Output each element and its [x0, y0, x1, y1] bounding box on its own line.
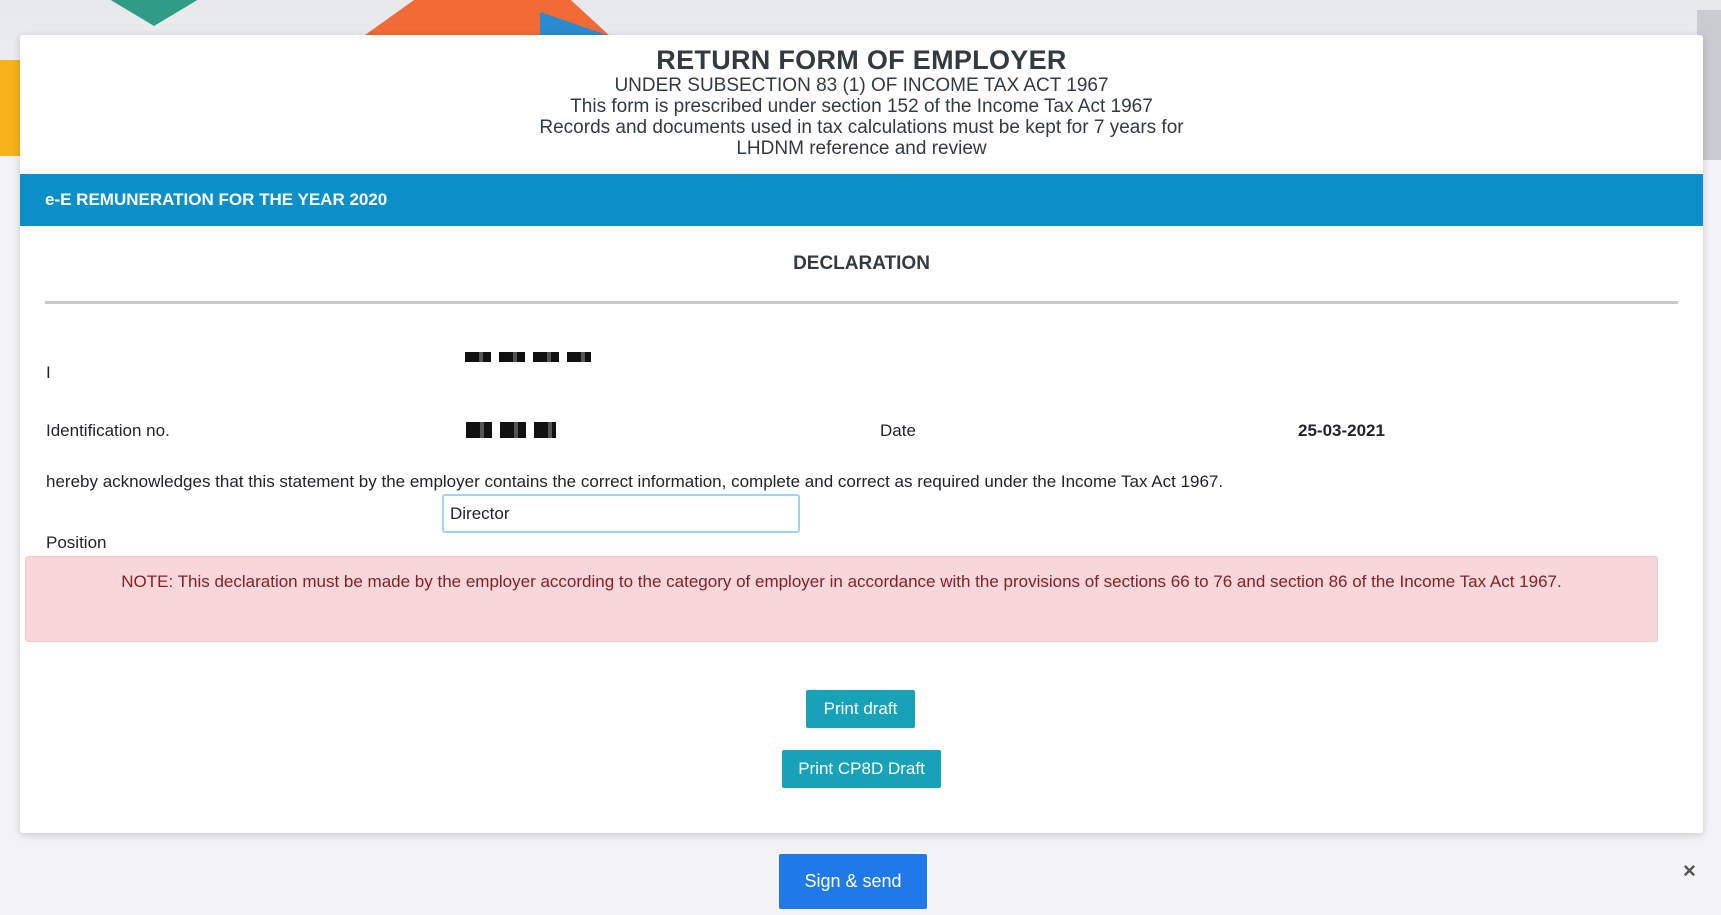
form-subtitle: UNDER SUBSECTION 83 (1) OF INCOME TAX AC…: [614, 75, 1109, 96]
identification-label: Identification no.: [46, 421, 170, 440]
section-band: e-E REMUNERATION FOR THE YEAR 2020: [20, 174, 1703, 226]
position-input[interactable]: [442, 494, 800, 533]
form-header: RETURN FORM OF EMPLOYER UNDER SUBSECTION…: [20, 35, 1703, 159]
declarant-label: I: [46, 363, 51, 382]
print-cp8d-draft-button[interactable]: Print CP8D Draft: [782, 750, 941, 788]
form-records-note-cont: LHDNM reference and review: [736, 138, 987, 159]
sign-and-send-button[interactable]: Sign & send: [779, 854, 927, 909]
declaration-title: DECLARATION: [793, 253, 930, 274]
form-records-note: Records and documents used in tax calcul…: [539, 117, 1184, 138]
position-label: Position: [46, 533, 107, 552]
divider: [45, 301, 1678, 304]
form-title: RETURN FORM OF EMPLOYER: [656, 45, 1067, 75]
background-shape-yellow: [0, 60, 22, 156]
redacted-identification: [466, 422, 556, 438]
form-prescription: This form is prescribed under section 15…: [570, 96, 1153, 117]
declaration-note: NOTE: This declaration must be made by t…: [25, 556, 1658, 642]
print-draft-button[interactable]: Print draft: [806, 690, 915, 728]
close-icon[interactable]: ×: [1683, 858, 1696, 884]
background-shape-green: [94, 0, 214, 26]
date-value: 25-03-2021: [1298, 421, 1385, 440]
redacted-name: [465, 352, 591, 362]
declaration-statement: hereby acknowledges that this statement …: [46, 472, 1224, 491]
date-label: Date: [880, 421, 916, 440]
